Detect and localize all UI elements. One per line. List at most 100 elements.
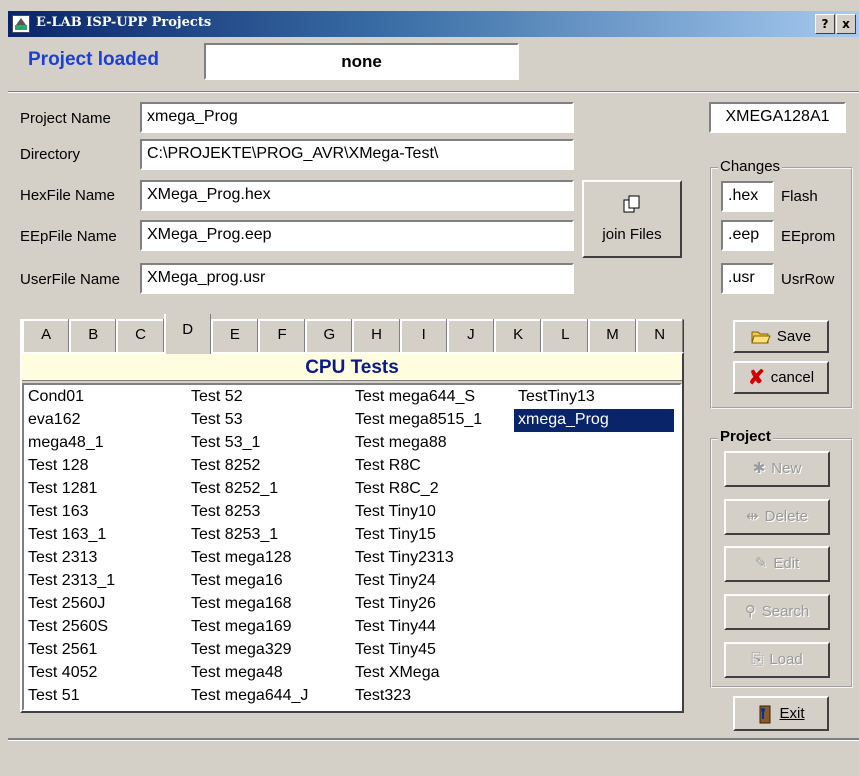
project-name-input[interactable]: xmega_Prog [140, 102, 574, 133]
list-item[interactable]: Test mega128 [187, 547, 347, 570]
userfile-input[interactable]: XMega_prog.usr [140, 263, 574, 294]
usrrow-ext-input[interactable]: .usr [721, 263, 774, 294]
list-item[interactable]: Test 53_1 [187, 432, 347, 455]
list-item[interactable]: Cond01 [24, 386, 184, 409]
title-bar[interactable]: E-LAB ISP-UPP Projects ? x [8, 11, 859, 37]
list-item[interactable]: Test323 [351, 685, 511, 708]
join-files-label: join Files [602, 226, 662, 243]
list-item[interactable]: Test Tiny10 [351, 501, 511, 524]
list-item[interactable]: Test 8253_1 [187, 524, 347, 547]
list-item[interactable]: Test R8C_2 [351, 478, 511, 501]
list-item[interactable]: eva162 [24, 409, 184, 432]
eeprom-label: EEprom [781, 228, 836, 245]
search-icon: ⚲ [744, 603, 756, 621]
tab-j[interactable]: J [446, 319, 494, 353]
list-item[interactable]: Test mega88 [351, 432, 511, 455]
list-item[interactable]: Test 163_1 [24, 524, 184, 547]
load-icon: ⎘ [751, 651, 764, 669]
new-icon: ✱ [752, 460, 766, 478]
list-item[interactable]: Test mega16 [187, 570, 347, 593]
copy-files-icon [584, 194, 680, 218]
list-item[interactable]: Test 8252 [187, 455, 347, 478]
delete-button[interactable]: ⇹ Delete [724, 499, 830, 535]
list-item[interactable]: Test Tiny44 [351, 616, 511, 639]
help-button[interactable]: ? [815, 14, 835, 34]
list-item[interactable]: mega48_1 [24, 432, 184, 455]
flash-label: Flash [781, 188, 818, 205]
save-button[interactable]: Save [733, 320, 829, 353]
list-item[interactable]: Test 163 [24, 501, 184, 524]
list-item[interactable]: Test 2313_1 [24, 570, 184, 593]
list-item[interactable]: Test 2560J [24, 593, 184, 616]
list-item[interactable]: Test Tiny24 [351, 570, 511, 593]
device-field: XMEGA128A1 [709, 102, 846, 133]
list-column: Test 52 Test 53 Test 53_1 Test 8252 Test 825… [187, 386, 347, 708]
load-button[interactable]: ⎘ Load [724, 642, 830, 678]
tab-m[interactable]: M [588, 319, 636, 353]
tab-n[interactable]: N [635, 319, 683, 353]
list-item[interactable]: Test 2560S [24, 616, 184, 639]
list-item[interactable]: Test 1281 [24, 478, 184, 501]
delete-icon: ⇹ [746, 508, 759, 526]
hexfile-label: HexFile Name [20, 187, 116, 204]
list-item[interactable]: Test mega169 [187, 616, 347, 639]
tab-h[interactable]: H [352, 319, 400, 353]
list-item[interactable]: Test XMega [351, 662, 511, 685]
list-item[interactable]: Test 8253 [187, 501, 347, 524]
tab-f[interactable]: F [258, 319, 306, 353]
new-label: New [771, 460, 802, 477]
join-files-button[interactable]: join Files [582, 180, 682, 258]
list-item[interactable]: Test mega48 [187, 662, 347, 685]
exit-door-icon [759, 705, 771, 724]
list-item[interactable]: Test Tiny45 [351, 639, 511, 662]
list-item[interactable]: xmega_Prog [514, 409, 674, 432]
tab-e[interactable]: E [210, 319, 258, 353]
list-item[interactable]: Test 52 [187, 386, 347, 409]
hexfile-input[interactable]: XMega_Prog.hex [140, 180, 574, 211]
project-name-label: Project Name [20, 110, 111, 127]
list-item[interactable]: Test 4052 [24, 662, 184, 685]
list-item[interactable]: Test mega168 [187, 593, 347, 616]
cancel-button[interactable]: ✘ cancel [733, 361, 829, 394]
edit-button[interactable]: ✎ Edit [724, 546, 830, 582]
tab-k[interactable]: K [494, 319, 542, 353]
search-button[interactable]: ⚲ Search [724, 594, 830, 630]
exit-button[interactable]: Exit [733, 696, 829, 731]
list-item[interactable]: Test Tiny26 [351, 593, 511, 616]
list-item[interactable]: Test 128 [24, 455, 184, 478]
tab-i[interactable]: I [399, 319, 447, 353]
tab-a[interactable]: A [22, 319, 70, 353]
cancel-label: cancel [770, 369, 815, 386]
list-item[interactable]: TestTiny13 [514, 386, 674, 409]
list-item[interactable]: Test mega8515_1 [351, 409, 511, 432]
list-item[interactable]: Test mega644_J [187, 685, 347, 708]
tab-l[interactable]: L [541, 319, 589, 353]
list-item[interactable]: Test 51 [24, 685, 184, 708]
load-label: Load [769, 651, 803, 668]
eeprom-ext-input[interactable]: .eep [721, 220, 774, 251]
list-item[interactable]: Test 53 [187, 409, 347, 432]
cancel-x-icon: ✘ [747, 366, 765, 389]
project-title: Project [718, 428, 773, 445]
tab-g[interactable]: G [305, 319, 353, 353]
tab-c[interactable]: C [116, 319, 164, 353]
new-button[interactable]: ✱ New [724, 451, 830, 487]
tab-d[interactable]: D [163, 314, 211, 354]
flash-ext-input[interactable]: .hex [721, 181, 774, 212]
exit-label: Exit [779, 705, 805, 722]
list-item[interactable]: Test mega329 [187, 639, 347, 662]
list-item[interactable]: Test mega644_S [351, 386, 511, 409]
list-item[interactable]: Test 2313 [24, 547, 184, 570]
project-loaded-label: Project loaded [28, 49, 159, 70]
changes-title: Changes [718, 158, 783, 175]
directory-input[interactable]: C:\PROJEKTE\PROG_AVR\XMega-Test\ [140, 139, 574, 170]
list-item[interactable]: Test Tiny2313 [351, 547, 511, 570]
list-item[interactable]: Test Tiny15 [351, 524, 511, 547]
delete-label: Delete [764, 508, 808, 525]
list-item[interactable]: Test 8252_1 [187, 478, 347, 501]
tab-b[interactable]: B [69, 319, 117, 353]
list-item[interactable]: Test R8C [351, 455, 511, 478]
list-item[interactable]: Test 2561 [24, 639, 184, 662]
eepfile-input[interactable]: XMega_Prog.eep [140, 220, 574, 251]
close-button[interactable]: x [836, 14, 856, 34]
